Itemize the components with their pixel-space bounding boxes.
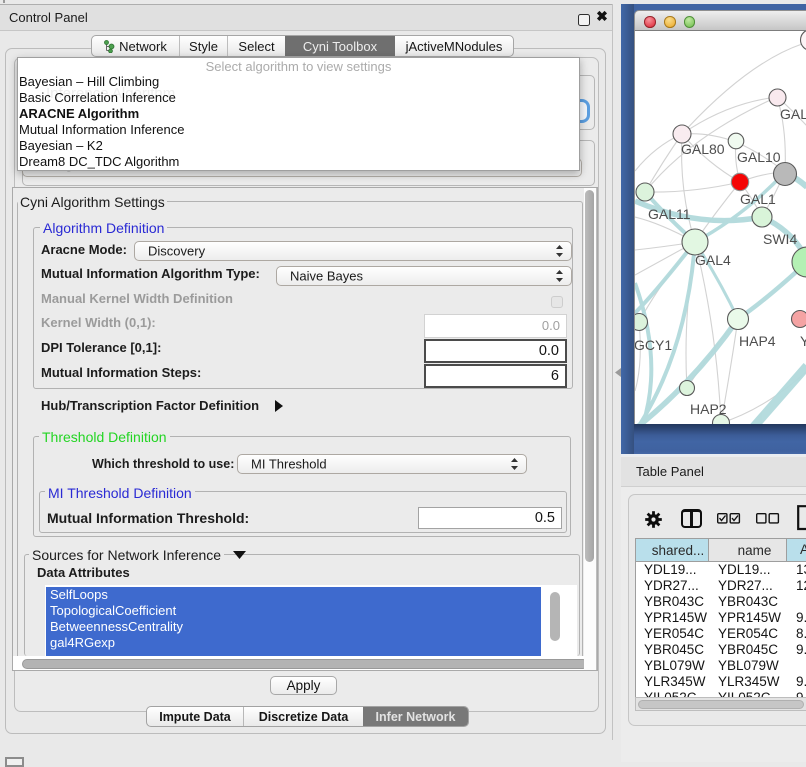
svg-text:GAL: GAL: [780, 106, 806, 122]
svg-text:GAL80: GAL80: [681, 141, 725, 157]
svg-text:HAP2: HAP2: [690, 401, 727, 417]
svg-text:GCY1: GCY1: [635, 337, 672, 353]
svg-text:GAL1: GAL1: [740, 191, 776, 207]
svg-text:HAP4: HAP4: [739, 333, 776, 349]
svg-text:GAL10: GAL10: [737, 149, 781, 165]
svg-text:SWI4: SWI4: [763, 231, 797, 247]
svg-text:Y: Y: [800, 333, 806, 349]
svg-text:GAL11: GAL11: [648, 206, 691, 222]
svg-text:GAL4: GAL4: [695, 252, 731, 268]
